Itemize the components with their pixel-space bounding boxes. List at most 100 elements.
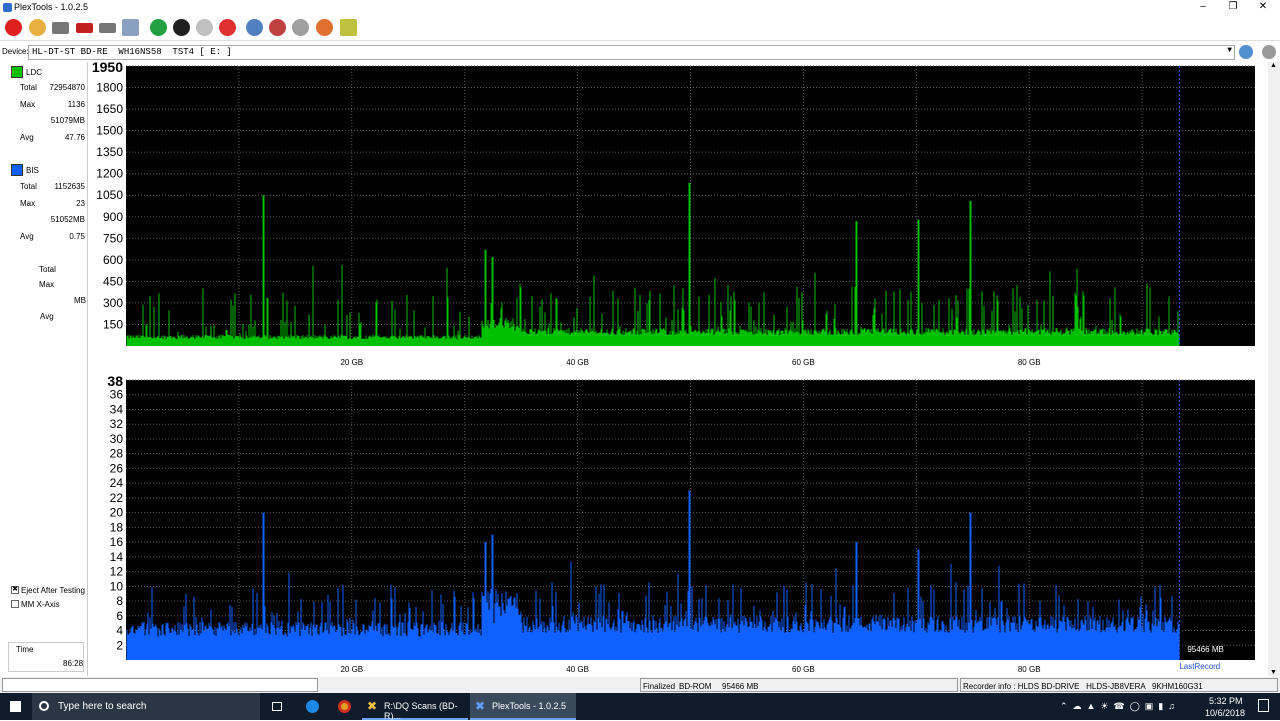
wizard-icon[interactable] <box>29 19 46 36</box>
bis-y-tick: 2 <box>116 638 123 652</box>
charts-svg: 150 300 450 600 750 900 1050 1200 1350 1500 1650 18… <box>92 59 1255 674</box>
check-icon[interactable] <box>196 19 213 36</box>
end-size-label: 95466 MB <box>1187 645 1223 654</box>
power-icon[interactable] <box>5 19 22 36</box>
tray-icons[interactable]: ⌃☁▲☀☎◯▣▮♫ <box>1060 701 1180 712</box>
bis-max-position: 51052MB <box>50 215 85 224</box>
chevron-down-icon: ▼ <box>1227 46 1232 55</box>
bis-y-tick: 34 <box>110 402 124 416</box>
clock-date: 10/6/2018 <box>1205 708 1246 718</box>
mm-xaxis-checkbox[interactable] <box>11 600 19 608</box>
plextools-icon: ✖ <box>475 699 486 713</box>
disc-state: Finalized <box>643 682 676 691</box>
eject-after-testing-label: Eject After Testing <box>21 586 85 595</box>
recorder-info: Recorder info : HLDS BD-DRIVE HLDS-JB8VE… <box>963 682 1203 691</box>
bis-x-tick: 20 GB <box>340 665 363 674</box>
ldc-y-tick: 300 <box>103 296 123 310</box>
settings-icon[interactable] <box>316 19 333 36</box>
edge-icon[interactable] <box>298 693 326 720</box>
bis-y-tick: 30 <box>110 432 124 446</box>
app-icon <box>3 3 12 12</box>
disc-info-box: Finalized BD-ROM 95466 MB <box>640 678 958 692</box>
globe-icon[interactable] <box>173 19 190 36</box>
drive-info-icon[interactable] <box>52 22 69 34</box>
eject-drive-icon[interactable] <box>1262 45 1276 59</box>
ldc-y-tick: 1800 <box>96 81 123 95</box>
taskbar-app-plextools[interactable]: ✖ PlexTools - 1.0.2.5 <box>470 693 576 720</box>
bis-x-tick: 40 GB <box>566 665 589 674</box>
task-view-icon[interactable] <box>264 693 290 720</box>
network-icon[interactable] <box>292 19 309 36</box>
ldc-y-tick: 1200 <box>96 167 123 181</box>
recorder-box: Recorder info : HLDS BD-DRIVE HLDS-JB8VE… <box>960 678 1278 692</box>
refresh-icon[interactable] <box>150 19 167 36</box>
scroll-down-icon[interactable]: ▼ <box>1270 669 1277 676</box>
mm-xaxis-label: MM X-Axis <box>21 600 60 609</box>
minimize-button[interactable]: – <box>1188 0 1218 15</box>
windows-icon <box>10 701 21 712</box>
scroll-up-icon[interactable]: ▲ <box>1270 62 1277 69</box>
restore-button[interactable]: ❐ <box>1218 0 1248 15</box>
search-placeholder: Type here to search <box>58 701 147 712</box>
vertical-scrollbar[interactable]: ▲ ▼ <box>1268 62 1280 676</box>
bis-y-tick: 24 <box>110 476 124 490</box>
stats-sidebar: LDC Total 72954870 Max 1136 51079MB Avg … <box>0 62 88 676</box>
ldc-max-value: 1136 <box>67 100 85 109</box>
bis-x-tick: 80 GB <box>1018 665 1041 674</box>
ldc-label: LDC <box>26 68 43 77</box>
chart-icon[interactable] <box>340 19 357 36</box>
bis-y-tick: 6 <box>116 609 123 623</box>
jitter-avg-label: Avg <box>40 312 54 321</box>
ldc-y-tick: 1350 <box>96 145 123 159</box>
bis-y-tick: 32 <box>110 417 124 431</box>
bis-x-tick: 60 GB <box>792 665 815 674</box>
title-bar: PlexTools - 1.0.2.5 – ❐ ✕ <box>0 0 1280 15</box>
ldc-total-value: 72954870 <box>49 83 85 92</box>
taskbar: Type here to search ✖ R:\DQ Scans (BD-R)… <box>0 693 1280 721</box>
eject-after-testing-checkbox[interactable]: ✖ <box>11 586 19 594</box>
ldc-y-tick: 750 <box>103 231 123 245</box>
jitter-total-label: Total <box>39 265 56 274</box>
bis-label: BIS <box>26 166 39 175</box>
jitter-max-label: Max <box>39 280 55 289</box>
disc-gray-icon[interactable] <box>99 23 116 33</box>
close-button[interactable]: ✕ <box>1248 0 1278 15</box>
plextools-x-icon: ✖ <box>367 699 378 713</box>
ldc-y-tick: 1500 <box>96 124 123 138</box>
notifications-icon[interactable] <box>1258 699 1269 712</box>
info-icon[interactable] <box>246 19 263 36</box>
back-icon[interactable] <box>1239 45 1253 59</box>
bis-max-value: 23 <box>76 199 85 208</box>
app2-label: PlexTools - 1.0.2.5 <box>492 701 567 711</box>
bis-color-swatch[interactable] <box>11 164 23 176</box>
bis-y-tick: 14 <box>110 550 124 564</box>
progress-box <box>2 678 318 692</box>
eject-icon[interactable] <box>269 19 286 36</box>
time-box: Time 86:28 <box>8 642 84 672</box>
bis-y-tick: 4 <box>116 624 123 638</box>
app1-label: R:\DQ Scans (BD-R)... <box>384 701 458 721</box>
search-icon <box>39 701 49 711</box>
disc-red-icon[interactable] <box>76 23 93 33</box>
device-value: HL-DT-ST BD-RE WH16NS58 TST4 [ E: ] <box>32 47 232 57</box>
start-button[interactable] <box>0 693 32 720</box>
ldc-x-tick: 80 GB <box>1018 358 1041 367</box>
chrome-icon[interactable] <box>330 693 358 720</box>
bis-y-tick: 28 <box>110 447 124 461</box>
ldc-avg-value: 47.76 <box>64 133 85 142</box>
transfer-icon[interactable] <box>122 19 139 36</box>
bis-y-tick: 16 <box>110 535 124 549</box>
ldc-y-tick: 1950 <box>92 62 123 75</box>
bis-y-tick: 22 <box>110 491 124 505</box>
device-label: Device: <box>2 47 29 56</box>
search-box[interactable]: Type here to search <box>32 693 260 720</box>
status-bar: Finalized BD-ROM 95466 MB Recorder info … <box>0 677 1280 693</box>
bis-avg-value: 0.75 <box>69 232 85 241</box>
device-select[interactable]: HL-DT-ST BD-RE WH16NS58 TST4 [ E: ] ▼ <box>28 45 1235 60</box>
ldc-x-tick: 20 GB <box>340 358 363 367</box>
jitter-mb-label: MB <box>74 296 86 305</box>
ldc-color-swatch[interactable] <box>11 66 23 78</box>
taskbar-app-explorer[interactable]: ✖ R:\DQ Scans (BD-R)... <box>362 693 468 721</box>
stop-icon[interactable] <box>219 19 236 36</box>
ldc-x-tick: 60 GB <box>792 358 815 367</box>
